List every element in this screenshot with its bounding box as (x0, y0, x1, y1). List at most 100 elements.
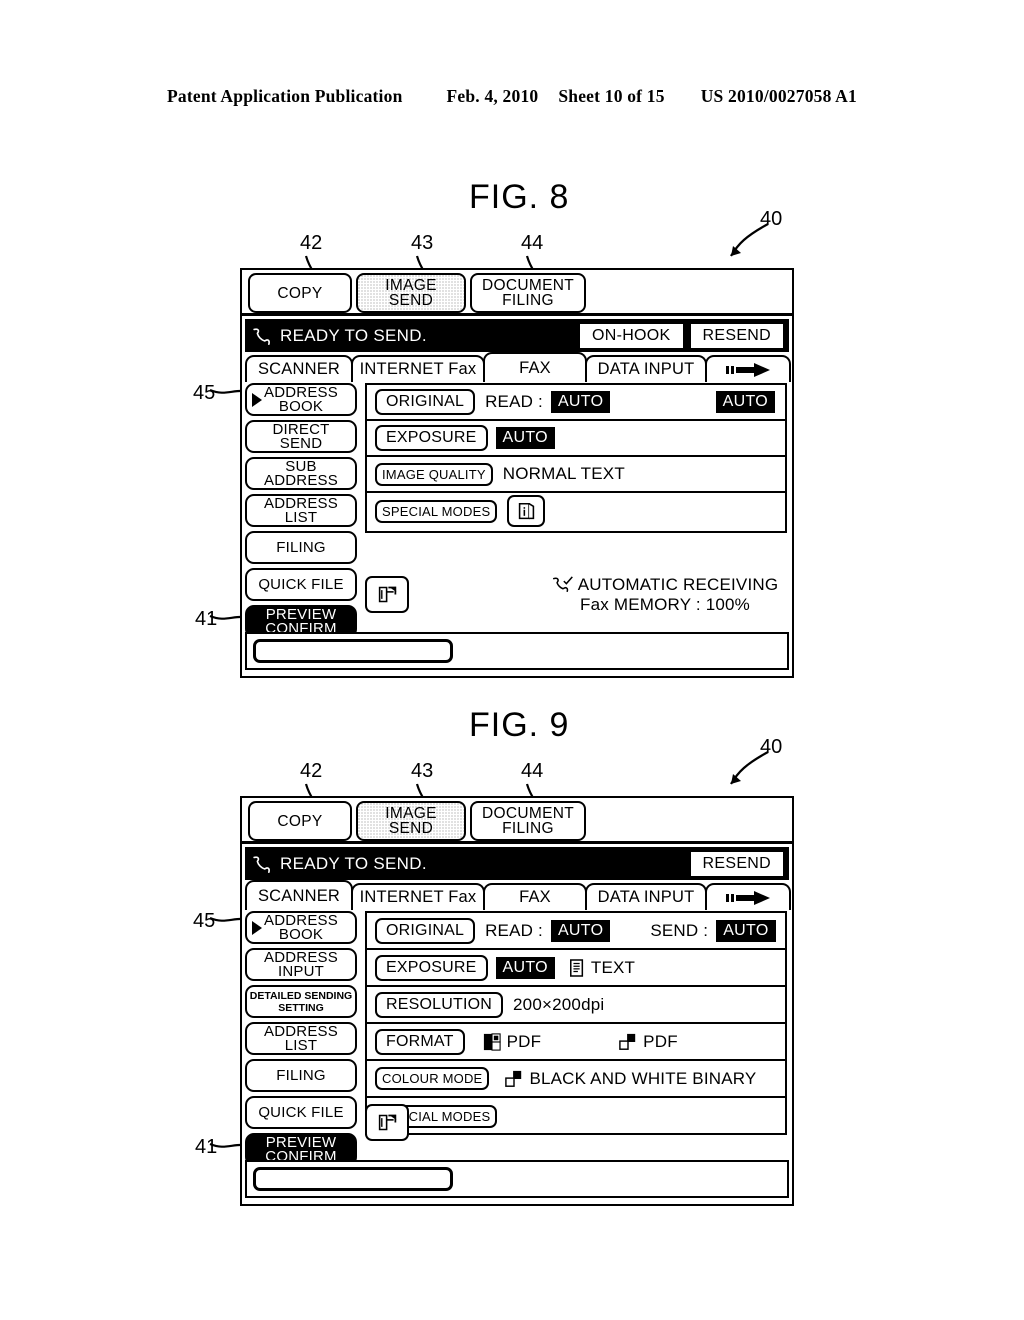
sidebar-buttons: ADDRESS BOOK DIRECT SEND SUB ADDRESS ADD… (245, 383, 357, 638)
tab-copy-fig9[interactable]: COPY (248, 801, 352, 841)
mode-tab-scanner-fig9[interactable]: SCANNER (245, 880, 353, 910)
mode-tab-fax-label-fig9: FAX (519, 888, 551, 906)
sidebar-item-address-list-fig9[interactable]: ADDRESS LIST (245, 1022, 357, 1055)
publication-header: Patent Application Publication Feb. 4, 2… (0, 86, 1024, 107)
sidebar-item-detailed-sending-label1: DETAILED SENDING (249, 989, 353, 1002)
sidebar-item-address-book-label2: BOOK (278, 397, 324, 415)
original-right-badge[interactable]: AUTO (715, 391, 775, 413)
mode-tab-data-input-label-fig9: DATA INPUT (597, 888, 695, 906)
sidebar-item-quick-file-label-fig9: QUICK FILE (258, 1104, 344, 1121)
on-hook-button[interactable]: ON-HOOK (579, 323, 683, 348)
checker-filled-icon (483, 1032, 501, 1051)
mode-tab-next[interactable] (705, 355, 791, 382)
tab-copy[interactable]: COPY (248, 273, 352, 313)
send-value-badge-fig9[interactable]: AUTO (716, 919, 776, 942)
image-quality-button[interactable]: IMAGE QUALITY (375, 462, 493, 486)
colour-mode-button[interactable]: COLOUR MODE (375, 1067, 490, 1090)
format-value: PDF (506, 1031, 542, 1051)
special-modes-button[interactable]: SPECIAL MODES (375, 499, 498, 523)
tab-image-send-label1-fig9: IMAGE (385, 805, 437, 822)
exposure-button[interactable]: EXPOSURE (375, 425, 488, 451)
tab-document-filing-label1-fig9: DOCUMENT (482, 805, 574, 822)
tab-document-filing-label2-fig9: FILING (502, 820, 554, 837)
tab-image-send[interactable]: IMAGE SEND (356, 273, 466, 313)
arrow-right-icon-fig9 (726, 890, 770, 905)
sidebar-item-quick-file[interactable]: QUICK FILE (245, 568, 357, 601)
sidebar-item-address-list-label2-fig9: LIST (284, 1036, 318, 1054)
resend-button[interactable]: RESEND (690, 323, 783, 348)
figure-9-body: ADDRESS BOOK ADDRESS INPUT DETAILED SEND… (245, 911, 789, 1166)
sidebar-item-address-book-fig9[interactable]: ADDRESS BOOK (245, 911, 357, 944)
sidebar-item-address-book[interactable]: ADDRESS BOOK (245, 383, 357, 416)
sheet-number: Sheet 10 of 15 (558, 86, 665, 106)
tab-document-filing-fig9[interactable]: DOCUMENT FILING (470, 801, 586, 841)
mode-tab-scanner-label-fig9: SCANNER (257, 886, 341, 905)
sidebar-item-filing[interactable]: FILING (245, 531, 357, 564)
sidebar-item-sub-address[interactable]: SUB ADDRESS (245, 457, 357, 490)
settings-panel: ORIGINAL READ : AUTO AUTO EXPOSURE AUTO … (365, 383, 787, 533)
send-document-icon[interactable] (365, 576, 409, 613)
tab-image-send-fig9[interactable]: IMAGE SEND (356, 801, 466, 841)
resend-button-fig9[interactable]: RESEND (690, 851, 783, 876)
document-info-icon[interactable] (507, 495, 546, 527)
tab-copy-label-fig9: COPY (277, 812, 323, 830)
read-value-badge[interactable]: AUTO (550, 391, 611, 413)
tab-document-filing[interactable]: DOCUMENT FILING (470, 273, 586, 313)
status-text: READY TO SEND. (280, 325, 427, 345)
format-button[interactable]: FORMAT (375, 1028, 465, 1055)
exposure-mode-value: TEXT (590, 957, 636, 977)
mode-tab-fax[interactable]: FAX (483, 352, 587, 382)
sidebar-item-address-list[interactable]: ADDRESS LIST (245, 494, 357, 527)
mode-tab-fax-fig9[interactable]: FAX (483, 883, 587, 910)
triangle-marker-icon-fig9 (252, 920, 262, 935)
sidebar-item-address-list-label2: LIST (284, 508, 318, 526)
original-button[interactable]: ORIGINAL (375, 389, 476, 415)
sidebar-item-direct-send[interactable]: DIRECT SEND (245, 420, 357, 453)
send-label-fig9: SEND : (650, 920, 709, 940)
bottom-bar (245, 632, 789, 670)
exposure-button-fig9[interactable]: EXPOSURE (375, 954, 488, 981)
sidebar-item-detailed-sending-setting[interactable]: DETAILED SENDING SETTING (245, 985, 357, 1018)
bottom-input-field-fig9[interactable] (253, 1167, 453, 1191)
text-document-icon (569, 958, 585, 978)
bottom-input-field[interactable] (253, 639, 453, 663)
sidebar-item-quick-file-fig9[interactable]: QUICK FILE (245, 1096, 357, 1129)
mode-tab-bar-fig9: SCANNER INTERNET Fax FAX DATA INPUT (245, 880, 791, 910)
send-document-icon-fig9[interactable] (365, 1104, 409, 1141)
sidebar-item-quick-file-label: QUICK FILE (258, 576, 344, 593)
tab-document-filing-label2: FILING (502, 292, 554, 309)
read-label: READ : (485, 392, 543, 411)
mode-tab-next-fig9[interactable] (705, 883, 791, 910)
sidebar-item-address-input[interactable]: ADDRESS INPUT (245, 948, 357, 981)
settings-row-special-modes: SPECIAL MODES (367, 493, 785, 529)
sidebar-item-filing-fig9[interactable]: FILING (245, 1059, 357, 1092)
status-bar-fig9: READY TO SEND. RESEND (245, 847, 789, 880)
mode-tab-scanner[interactable]: SCANNER (245, 355, 353, 382)
mode-tab-internet-fax[interactable]: INTERNET Fax (351, 355, 485, 382)
tab-image-send-label2-fig9: SEND (388, 820, 434, 837)
sidebar-item-direct-send-label2: SEND (279, 434, 323, 452)
patent-number: US 2010/0027058 A1 (700, 86, 857, 106)
operation-panel-40-fig9: COPY IMAGE SEND DOCUMENT FILING READY TO… (240, 796, 794, 1206)
read-value-badge-fig9[interactable]: AUTO (550, 919, 611, 942)
exposure-value-badge-fig9[interactable]: AUTO (495, 956, 555, 979)
sidebar-item-sub-address-label2: ADDRESS (264, 471, 338, 489)
mode-tab-data-input-fig9[interactable]: DATA INPUT (585, 883, 707, 910)
send-icon-row-fig9 (365, 1104, 409, 1141)
sidebar-item-address-book-label2-fig9: BOOK (278, 925, 324, 943)
exposure-value-badge[interactable]: AUTO (495, 427, 555, 449)
image-quality-value: NORMAL TEXT (502, 464, 625, 483)
mode-tab-data-input[interactable]: DATA INPUT (585, 355, 707, 382)
phone-icon (251, 327, 272, 345)
figure-8-body: ADDRESS BOOK DIRECT SEND SUB ADDRESS ADD… (245, 383, 789, 638)
resolution-button[interactable]: RESOLUTION (375, 991, 504, 1018)
settings-row-resolution: RESOLUTION 200×200dpi (367, 987, 785, 1024)
mode-tab-bar: SCANNER INTERNET Fax FAX DATA INPUT (245, 352, 791, 382)
status-bar: READY TO SEND. ON-HOOK RESEND (245, 319, 789, 352)
mode-tab-internet-fax-fig9[interactable]: INTERNET Fax (351, 883, 485, 910)
settings-row-original-fig9: ORIGINAL READ : AUTO SEND : AUTO (367, 913, 785, 950)
fax-memory-text: Fax MEMORY : 100% (580, 595, 750, 614)
original-button-fig9[interactable]: ORIGINAL (375, 917, 476, 944)
settings-row-colour-mode: COLOUR MODE BLACK AND WHITE BINARY (367, 1061, 785, 1098)
app-tab-bar-fig9: COPY IMAGE SEND DOCUMENT FILING (242, 798, 792, 844)
